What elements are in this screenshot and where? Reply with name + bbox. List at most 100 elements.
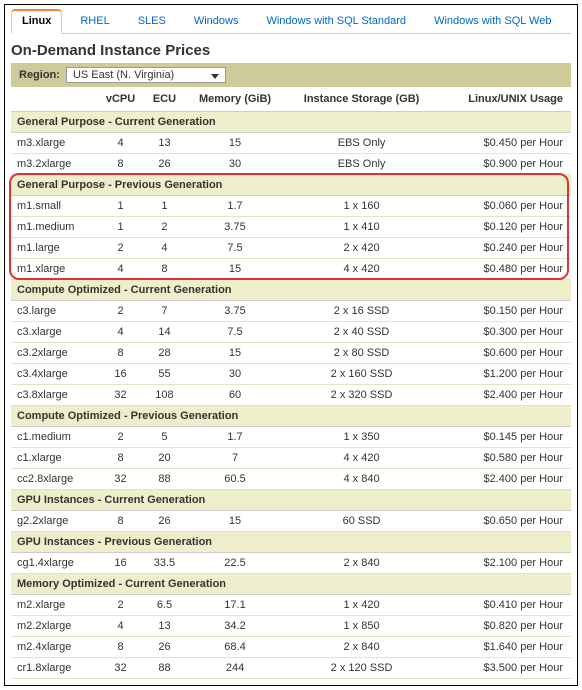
cell-mem: 15 bbox=[185, 133, 285, 154]
table-row: cg1.4xlarge1633.522.52 x 840$2.100 per H… bbox=[11, 553, 571, 574]
cell-vcpu: 4 bbox=[97, 259, 143, 280]
cell-name: c3.2xlarge bbox=[11, 343, 97, 364]
cell-mem: 7.5 bbox=[185, 322, 285, 343]
cell-ecu: 6.5 bbox=[144, 595, 186, 616]
tab-windows-with-sql-web[interactable]: Windows with SQL Web bbox=[424, 11, 561, 33]
cell-usage: $0.650 per Hour bbox=[438, 511, 571, 532]
cell-mem: 7.5 bbox=[185, 238, 285, 259]
section-title: Compute Optimized - Current Generation bbox=[11, 280, 571, 301]
cell-name: c1.xlarge bbox=[11, 448, 97, 469]
cell-ecu: 26 bbox=[144, 154, 186, 175]
cell-ecu: 5 bbox=[144, 427, 186, 448]
pricing-table: vCPUECUMemory (GiB)Instance Storage (GB)… bbox=[11, 87, 571, 679]
cell-name: cr1.8xlarge bbox=[11, 658, 97, 679]
cell-usage: $0.450 per Hour bbox=[438, 133, 571, 154]
section-title: Memory Optimized - Current Generation bbox=[11, 574, 571, 595]
cell-vcpu: 4 bbox=[97, 616, 143, 637]
cell-storage: 2 x 320 SSD bbox=[285, 385, 439, 406]
table-row: cr1.8xlarge32882442 x 120 SSD$3.500 per … bbox=[11, 658, 571, 679]
table-row: c3.large273.752 x 16 SSD$0.150 per Hour bbox=[11, 301, 571, 322]
cell-storage: EBS Only bbox=[285, 154, 439, 175]
tab-rhel[interactable]: RHEL bbox=[70, 11, 119, 33]
table-row: g2.2xlarge8261560 SSD$0.650 per Hour bbox=[11, 511, 571, 532]
cell-usage: $1.640 per Hour bbox=[438, 637, 571, 658]
cell-storage: 2 x 16 SSD bbox=[285, 301, 439, 322]
cell-mem: 68.4 bbox=[185, 637, 285, 658]
cell-storage: 1 x 350 bbox=[285, 427, 439, 448]
cell-vcpu: 8 bbox=[97, 511, 143, 532]
cell-mem: 1.7 bbox=[185, 427, 285, 448]
section-header: General Purpose - Previous Generation bbox=[11, 175, 571, 196]
cell-vcpu: 16 bbox=[97, 553, 143, 574]
cell-storage: 60 SSD bbox=[285, 511, 439, 532]
cell-ecu: 55 bbox=[144, 364, 186, 385]
cell-name: m1.small bbox=[11, 196, 97, 217]
cell-usage: $0.150 per Hour bbox=[438, 301, 571, 322]
cell-usage: $0.120 per Hour bbox=[438, 217, 571, 238]
cell-vcpu: 2 bbox=[97, 427, 143, 448]
cell-vcpu: 32 bbox=[97, 469, 143, 490]
cell-usage: $0.145 per Hour bbox=[438, 427, 571, 448]
cell-mem: 30 bbox=[185, 154, 285, 175]
cell-mem: 15 bbox=[185, 343, 285, 364]
os-tabs: Linux RHEL SLES Windows Windows with SQL Sta… bbox=[11, 9, 571, 34]
section-header: General Purpose - Current Generation bbox=[11, 112, 571, 133]
cell-storage: 2 x 80 SSD bbox=[285, 343, 439, 364]
cell-mem: 244 bbox=[185, 658, 285, 679]
tab-windows-with-sql-standard[interactable]: Windows with SQL Standard bbox=[256, 11, 416, 33]
cell-usage: $0.900 per Hour bbox=[438, 154, 571, 175]
table-row: m3.2xlarge82630EBS Only$0.900 per Hour bbox=[11, 154, 571, 175]
cell-storage: EBS Only bbox=[285, 133, 439, 154]
cell-mem: 15 bbox=[185, 259, 285, 280]
section-header: Compute Optimized - Current Generation bbox=[11, 280, 571, 301]
cell-vcpu: 8 bbox=[97, 448, 143, 469]
section-title: General Purpose - Current Generation bbox=[11, 112, 571, 133]
cell-mem: 34.2 bbox=[185, 616, 285, 637]
region-selected-value: US East (N. Virginia) bbox=[73, 69, 174, 81]
section-header: Compute Optimized - Previous Generation bbox=[11, 406, 571, 427]
section-title: GPU Instances - Current Generation bbox=[11, 490, 571, 511]
cell-vcpu: 2 bbox=[97, 595, 143, 616]
cell-mem: 3.75 bbox=[185, 217, 285, 238]
region-select[interactable]: US East (N. Virginia) bbox=[66, 67, 226, 83]
cell-name: c3.xlarge bbox=[11, 322, 97, 343]
cell-storage: 4 x 840 bbox=[285, 469, 439, 490]
cell-name: m2.2xlarge bbox=[11, 616, 97, 637]
cell-storage: 1 x 850 bbox=[285, 616, 439, 637]
cell-storage: 4 x 420 bbox=[285, 448, 439, 469]
cell-mem: 60 bbox=[185, 385, 285, 406]
pricing-table-wrap: vCPUECUMemory (GiB)Instance Storage (GB)… bbox=[11, 87, 571, 679]
cell-ecu: 2 bbox=[144, 217, 186, 238]
tab-linux[interactable]: Linux bbox=[11, 9, 62, 34]
cell-usage: $2.100 per Hour bbox=[438, 553, 571, 574]
cell-ecu: 26 bbox=[144, 511, 186, 532]
page-frame: Linux RHEL SLES Windows Windows with SQL Sta… bbox=[4, 4, 578, 686]
cell-name: cc2.8xlarge bbox=[11, 469, 97, 490]
cell-ecu: 20 bbox=[144, 448, 186, 469]
cell-storage: 2 x 120 SSD bbox=[285, 658, 439, 679]
cell-usage: $0.060 per Hour bbox=[438, 196, 571, 217]
cell-mem: 60.5 bbox=[185, 469, 285, 490]
cell-vcpu: 32 bbox=[97, 385, 143, 406]
column-header-row: vCPUECUMemory (GiB)Instance Storage (GB)… bbox=[11, 87, 571, 112]
section-title: GPU Instances - Previous Generation bbox=[11, 532, 571, 553]
table-row: m3.xlarge41315EBS Only$0.450 per Hour bbox=[11, 133, 571, 154]
cell-vcpu: 8 bbox=[97, 637, 143, 658]
column-header: Instance Storage (GB) bbox=[285, 87, 439, 112]
cell-name: m1.medium bbox=[11, 217, 97, 238]
tab-sles[interactable]: SLES bbox=[128, 11, 176, 33]
cell-mem: 7 bbox=[185, 448, 285, 469]
tab-windows[interactable]: Windows bbox=[184, 11, 249, 33]
column-header: vCPU bbox=[97, 87, 143, 112]
table-row: m1.small111.71 x 160$0.060 per Hour bbox=[11, 196, 571, 217]
column-header: Memory (GiB) bbox=[185, 87, 285, 112]
table-row: c3.2xlarge828152 x 80 SSD$0.600 per Hour bbox=[11, 343, 571, 364]
cell-name: c1.medium bbox=[11, 427, 97, 448]
table-row: c3.4xlarge1655302 x 160 SSD$1.200 per Ho… bbox=[11, 364, 571, 385]
cell-vcpu: 1 bbox=[97, 217, 143, 238]
cell-storage: 1 x 410 bbox=[285, 217, 439, 238]
page-title: On-Demand Instance Prices bbox=[11, 42, 571, 59]
section-header: GPU Instances - Previous Generation bbox=[11, 532, 571, 553]
cell-vcpu: 4 bbox=[97, 322, 143, 343]
cell-mem: 3.75 bbox=[185, 301, 285, 322]
